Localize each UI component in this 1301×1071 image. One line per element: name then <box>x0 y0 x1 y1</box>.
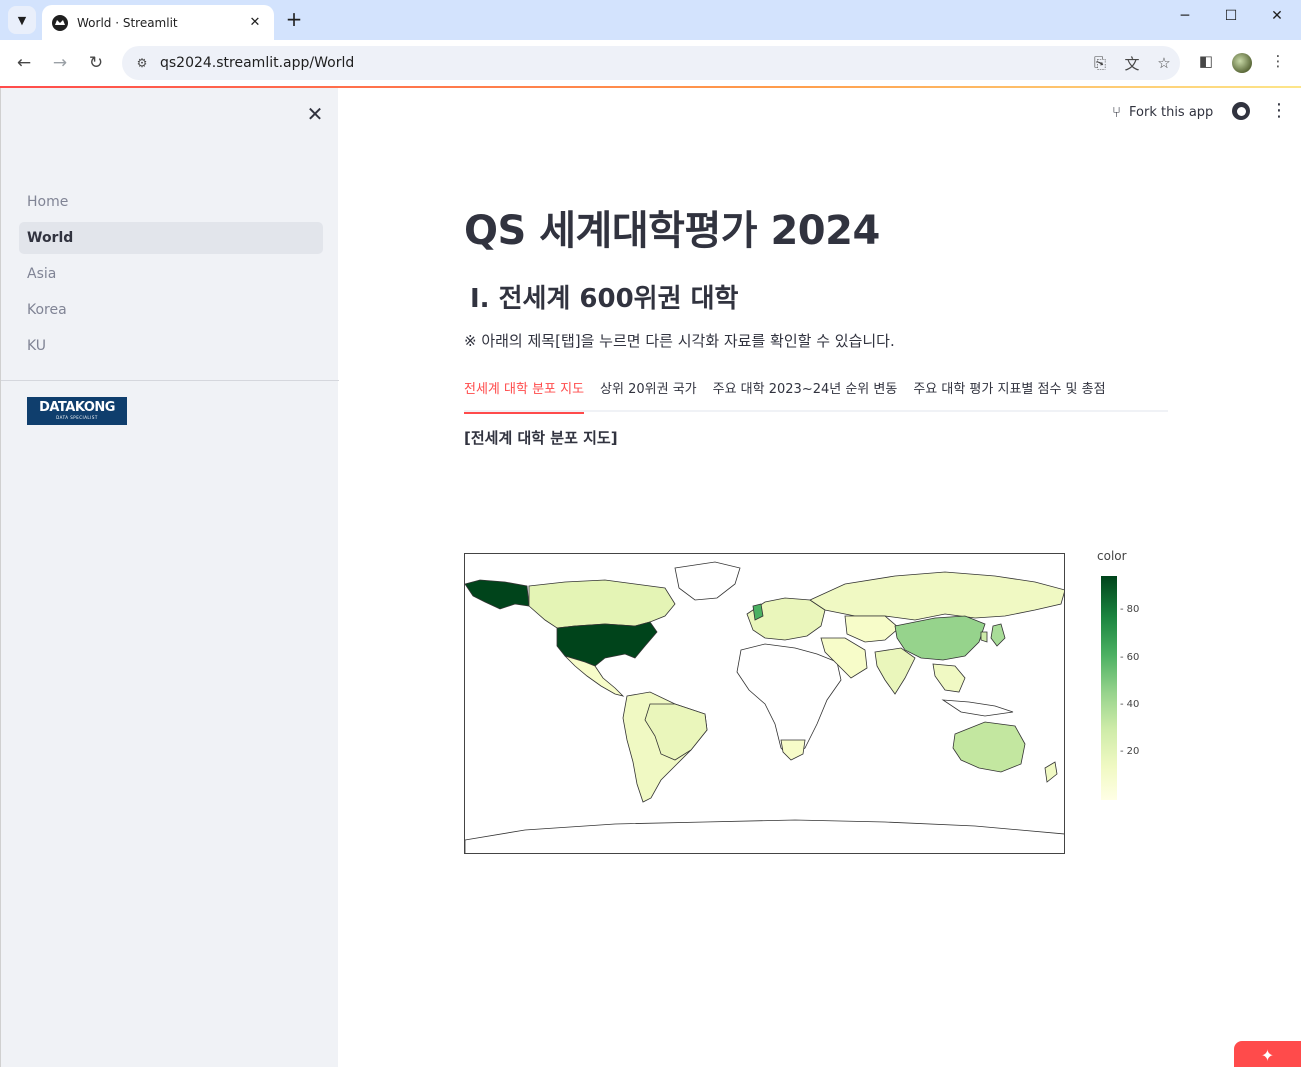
world-map-svg <box>465 561 1064 853</box>
section-heading: Ⅰ. 전세계 600위권 대학 <box>470 284 739 314</box>
sidebar-item-korea[interactable]: Korea <box>19 294 323 326</box>
sidebar-item-ku[interactable]: KU <box>19 330 323 362</box>
map-region-korea <box>980 631 988 643</box>
map-region-new-zealand <box>1044 761 1058 783</box>
map-section-label: [전세계 대학 분포 지도] <box>464 429 618 447</box>
address-bar[interactable]: ⚙ qs2024.streamlit.app/World ⎘ 文 ☆ <box>122 46 1180 80</box>
content-tabs: 전세계 대학 분포 지도 상위 20위권 국가 주요 대학 2023~24년 순… <box>464 370 1168 414</box>
sidebar-item-world[interactable]: World <box>19 222 323 254</box>
map-region-indonesia <box>941 699 1014 717</box>
github-icon[interactable] <box>1232 102 1250 120</box>
colorbar-tick: 60 <box>1120 652 1140 663</box>
browser-tab[interactable]: World · Streamlit ✕ <box>42 5 274 40</box>
site-info-icon[interactable]: ⚙ <box>132 56 152 70</box>
maximize-icon[interactable]: ☐ <box>1216 8 1246 30</box>
colorbar-tick: 20 <box>1120 746 1140 757</box>
url-text[interactable]: qs2024.streamlit.app/World <box>160 55 1084 71</box>
browser-menu-icon[interactable]: ⋮ <box>1266 52 1290 76</box>
sidebar-nav: Home World Asia Korea KU <box>19 186 323 366</box>
map-region-alaska <box>465 579 530 610</box>
tab-indicator-scores[interactable]: 주요 대학 평가 지표별 점수 및 총점 <box>913 370 1105 412</box>
colorbar <box>1101 576 1117 800</box>
map-region-japan <box>990 623 1006 647</box>
fork-icon: ⑂ <box>1112 103 1122 121</box>
reload-icon[interactable]: ↻ <box>83 50 109 76</box>
sidebar: ✕ Home World Asia Korea KU DATAKONG DATA… <box>0 88 339 1067</box>
logo-text: DATAKONG <box>39 400 115 415</box>
side-panel-icon[interactable]: ◧ <box>1194 52 1218 76</box>
map-region-india <box>874 647 916 695</box>
map-region-central-asia <box>844 615 900 643</box>
tab-rank-change[interactable]: 주요 대학 2023~24년 순위 변동 <box>713 370 898 412</box>
colorbar-tick: 40 <box>1120 699 1140 710</box>
install-app-icon[interactable]: ⎘ <box>1084 54 1116 72</box>
minimize-icon[interactable]: ─ <box>1170 8 1200 30</box>
translate-icon[interactable]: 文 <box>1116 53 1148 74</box>
fork-app-button[interactable]: ⑂ Fork this app <box>1112 100 1213 124</box>
tab-title: World · Streamlit <box>77 15 178 30</box>
colorbar-tick: 80 <box>1120 604 1140 615</box>
bookmark-star-icon[interactable]: ☆ <box>1148 54 1180 72</box>
map-region-southeast-asia <box>932 663 966 693</box>
sidebar-close-icon[interactable]: ✕ <box>303 102 327 126</box>
sidebar-item-home[interactable]: Home <box>19 186 323 218</box>
map-region-russia <box>809 571 1064 621</box>
tab-world-map[interactable]: 전세계 대학 분포 지도 <box>464 370 585 414</box>
sidebar-divider <box>1 380 339 381</box>
forward-arrow-icon[interactable]: → <box>47 50 73 76</box>
tab-top20-countries[interactable]: 상위 20위권 국가 <box>600 370 697 412</box>
page-title: QS 세계대학평가 2024 <box>464 208 880 254</box>
map-region-greenland <box>674 561 741 601</box>
fork-label: Fork this app <box>1129 104 1214 120</box>
browser-tab-bar: ▼ World · Streamlit ✕ + ─ ☐ ✕ <box>0 0 1301 40</box>
map-region-canada <box>528 579 676 629</box>
tab-close-icon[interactable]: ✕ <box>246 15 264 30</box>
datakong-logo: DATAKONG DATA SPECIALIST <box>27 397 127 425</box>
tab-search-button[interactable]: ▼ <box>8 6 36 34</box>
chevron-down-icon: ▼ <box>17 13 27 27</box>
map-region-antarctica <box>465 819 1064 853</box>
map-region-south-africa <box>780 739 806 761</box>
map-region-australia <box>952 721 1026 773</box>
streamlit-badge[interactable]: ✦ <box>1234 1041 1301 1067</box>
colorbar-title: color <box>1097 549 1127 563</box>
back-arrow-icon[interactable]: ← <box>11 50 37 76</box>
browser-toolbar: ← → ↻ ⚙ qs2024.streamlit.app/World ⎘ 文 ☆… <box>0 40 1301 86</box>
new-tab-button[interactable]: + <box>282 8 306 32</box>
window-close-icon[interactable]: ✕ <box>1262 8 1292 30</box>
main-menu-icon[interactable]: ⋮ <box>1270 100 1288 121</box>
profile-avatar[interactable] <box>1232 53 1252 73</box>
streamlit-favicon-icon <box>52 14 68 31</box>
world-choropleth-map[interactable] <box>464 553 1065 854</box>
instruction-note: ※ 아래의 제목[탭]을 누르면 다른 시각화 자료를 확인할 수 있습니다. <box>464 332 895 350</box>
sidebar-item-asia[interactable]: Asia <box>19 258 323 290</box>
logo-subtext: DATA SPECIALIST <box>56 415 98 420</box>
